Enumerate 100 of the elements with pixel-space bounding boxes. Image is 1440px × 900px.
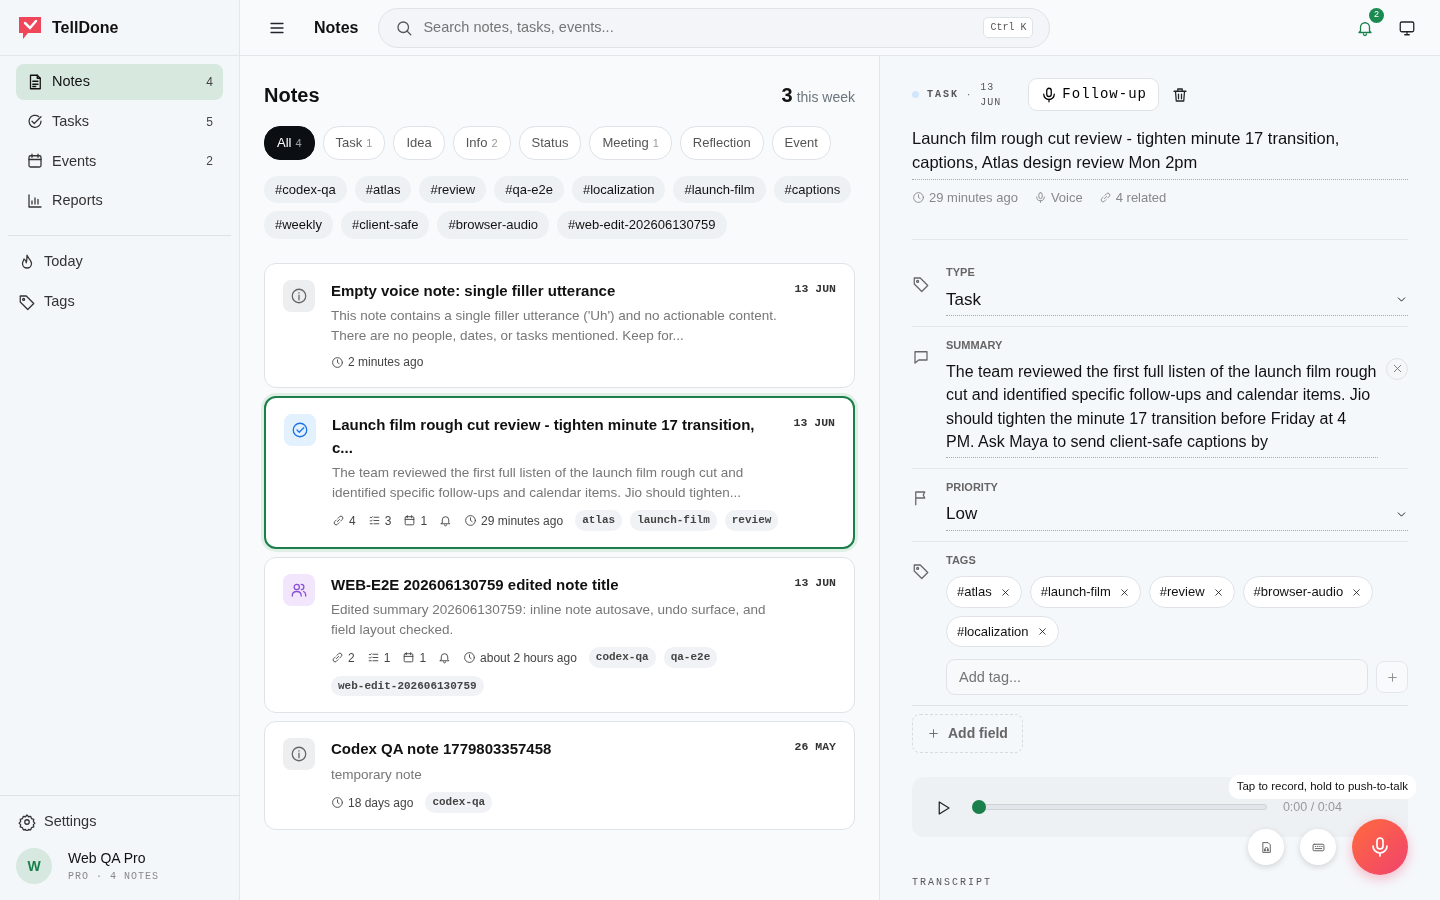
- field-label: PRIORITY: [946, 479, 999, 495]
- tag-filter[interactable]: #review: [419, 175, 487, 203]
- note-type-icon: [284, 414, 316, 447]
- tag-chip[interactable]: #browser-audio: [1242, 576, 1374, 608]
- tag-filter[interactable]: #launch-film: [673, 175, 766, 203]
- clock-icon: [331, 355, 344, 369]
- meta-text: 4 related: [1115, 188, 1167, 207]
- field-label: TYPE: [946, 265, 976, 281]
- checklist-icon: [367, 514, 381, 527]
- note-date: 13 JUN: [794, 280, 836, 297]
- note-title: Empty voice note: single filler utterance: [331, 280, 617, 301]
- settings-link[interactable]: Settings: [8, 804, 231, 840]
- note-type-icon: [283, 573, 315, 606]
- remove-tag-button[interactable]: [1212, 586, 1224, 598]
- filter-chip[interactable]: Info 2: [452, 126, 511, 160]
- remove-tag-button[interactable]: [1351, 586, 1363, 598]
- add-tag-field[interactable]: Add tag...: [946, 659, 1368, 696]
- note-title: Codex QA note 1779803357458: [331, 739, 553, 760]
- sidebar-item[interactable]: Today: [8, 244, 231, 280]
- clock-icon: [331, 796, 344, 810]
- clock-icon: [463, 651, 477, 665]
- meta-text: Voice: [1050, 188, 1083, 207]
- bell-icon: [1356, 19, 1374, 38]
- tag-filter[interactable]: #browser-audio: [437, 211, 550, 239]
- note-title-field[interactable]: Launch film rough cut review - tighten minute 17 transition, captions, Atlas design review Mon 2pm: [912, 127, 1408, 180]
- tag-chip[interactable]: #localization: [946, 615, 1059, 648]
- filter-chip[interactable]: All 4: [264, 126, 315, 160]
- note-type-label: TASK: [927, 88, 959, 102]
- sidebar-item[interactable]: Notes 4: [16, 64, 223, 100]
- note-type-icon: [283, 738, 315, 771]
- note-card[interactable]: Codex QA note 1779803357458 26 MAY temporary note 18 days ago codex-qa: [264, 721, 855, 830]
- calendar-icon: [403, 514, 417, 527]
- filter-chip[interactable]: Meeting 1: [589, 126, 672, 160]
- record-button[interactable]: [1352, 819, 1408, 876]
- link-icon: [331, 651, 344, 665]
- microphone-icon: [1033, 191, 1047, 205]
- summary-field[interactable]: The team reviewed the first full listen of the launch film rough cut and identified specific follow-ups and calendar items. Jio should tighten the minute 17 transition before Friday at 4 PM. Ask Maya to send client-safe captions by: [946, 357, 1378, 458]
- add-field-button[interactable]: Add field: [912, 714, 1023, 754]
- transcript-label: TRANSCRIPT: [912, 876, 992, 891]
- search-field[interactable]: Search notes, tasks, events...: [421, 15, 976, 40]
- remove-tag-button[interactable]: [1118, 586, 1130, 598]
- remove-tag-button[interactable]: [999, 586, 1011, 598]
- link-icon: [332, 514, 345, 527]
- tag-filter[interactable]: #captions: [773, 175, 852, 203]
- sidebar-item[interactable]: Tags: [8, 283, 231, 320]
- select-field[interactable]: Task: [946, 284, 1408, 317]
- note-summary: The team reviewed the first full listen of the launch film rough cut and identified specific follow-ups and calendar items. Jio should tighten...: [332, 464, 745, 502]
- tag-chip[interactable]: #review: [1148, 576, 1235, 608]
- note-tag: qa-e2e: [663, 647, 718, 668]
- follow-up-button[interactable]: Follow-up: [1028, 78, 1159, 111]
- note-type-icon: [283, 279, 315, 312]
- count-label: 4: [349, 512, 356, 530]
- count-label: 3: [384, 512, 392, 530]
- select-field[interactable]: Low: [946, 499, 1408, 531]
- separator-dot: ·: [967, 88, 973, 102]
- tag-filter[interactable]: #codex-qa: [264, 175, 347, 203]
- tag-filter[interactable]: #client-safe: [340, 211, 430, 239]
- field-label: TAGS: [946, 552, 977, 568]
- tag-chip[interactable]: #atlas: [946, 576, 1022, 608]
- search-icon: [395, 18, 414, 37]
- sidebar-item[interactable]: Tasks 5: [16, 103, 223, 140]
- filter-chip[interactable]: Reflection: [679, 126, 764, 160]
- timestamp: about 2 hours ago: [480, 649, 577, 667]
- search-bar[interactable]: Search notes, tasks, events... Ctrl K: [378, 7, 1051, 48]
- note-tag: codex-qa: [588, 647, 656, 668]
- note-tag: launch-film: [630, 510, 717, 531]
- clear-button[interactable]: [1386, 357, 1408, 380]
- note-date: 13 JUN: [793, 415, 835, 432]
- calendar-icon: [26, 152, 44, 171]
- note-card[interactable]: [264, 396, 855, 549]
- note-card[interactable]: WEB-E2E 202606130759 edited note title 13 JUN Edited summary 202606130759: inline note autosave, undo surface, and field layout checked. 2 1 1 about 2 hours ago codex-qa qa-e2e web-edit-202606130759: [264, 556, 855, 714]
- filter-chip[interactable]: Event: [771, 126, 831, 160]
- filter-chip[interactable]: Task 1: [322, 126, 386, 160]
- tag-filter[interactable]: #localization: [571, 175, 666, 203]
- clock-icon: [912, 191, 925, 205]
- note-summary: Edited summary 202606130759: inline note autosave, undo surface, and field layout checked.: [331, 601, 767, 639]
- notification-count: 2: [1369, 7, 1384, 23]
- link-icon: [1098, 191, 1112, 205]
- user-avatar: W: [16, 848, 52, 884]
- keyboard-button[interactable]: [1300, 829, 1336, 866]
- note-title: WEB-E2E 202606130759 edited note title: [331, 574, 620, 595]
- sidebar-item[interactable]: Reports: [16, 183, 223, 219]
- tag-filter[interactable]: #qa-e2e: [494, 175, 564, 203]
- tag-filter[interactable]: #weekly: [264, 211, 333, 239]
- app-name: TellDone: [52, 17, 119, 38]
- filter-chip[interactable]: Status: [518, 126, 582, 160]
- plus-icon: [1385, 670, 1399, 684]
- tag-filter[interactable]: #web-edit-202606130759: [557, 211, 727, 239]
- sidebar-item[interactable]: Events 2: [16, 143, 223, 180]
- note-date: 13 JUN: [980, 80, 1003, 110]
- plus-icon: [927, 727, 940, 741]
- count-label: 1: [419, 649, 427, 667]
- progress-thumb[interactable]: [972, 800, 986, 815]
- audio-file-button[interactable]: [1248, 829, 1284, 866]
- week-count: 3: [781, 83, 793, 108]
- filter-chip[interactable]: Idea: [393, 126, 445, 160]
- tag-chip[interactable]: #launch-film: [1029, 576, 1141, 608]
- tag-icon: [912, 274, 930, 293]
- tag-filter[interactable]: #atlas: [354, 175, 412, 203]
- remove-tag-button[interactable]: [1036, 626, 1048, 638]
